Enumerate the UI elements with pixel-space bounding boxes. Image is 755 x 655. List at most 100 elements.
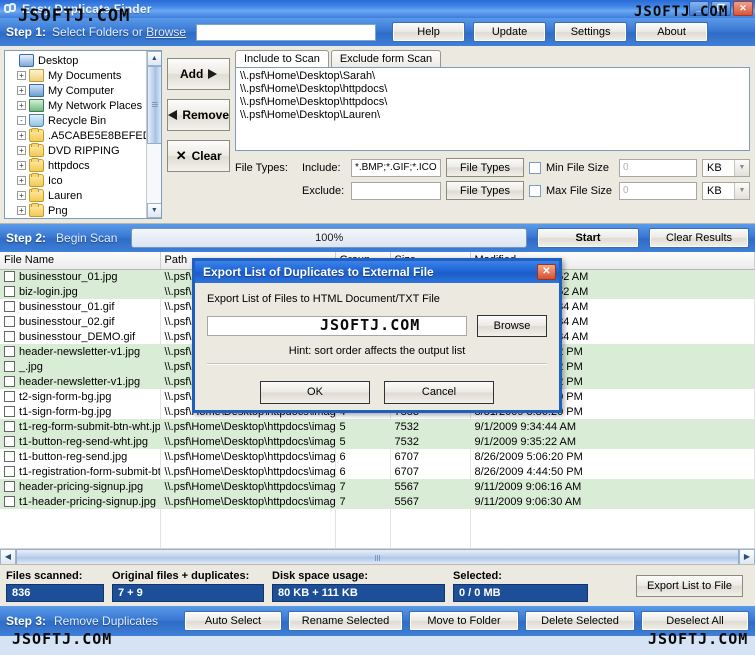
table-row[interactable]: t1-button-reg-send-wht.jpg \\.psf\Home\De… bbox=[0, 434, 755, 449]
export-dialog-close-button[interactable]: ✕ bbox=[537, 264, 556, 280]
expand-icon[interactable]: + bbox=[17, 191, 26, 200]
expand-icon[interactable]: + bbox=[17, 101, 26, 110]
table-row[interactable]: t1-button-reg-send.jpg \\.psf\Home\Deskto… bbox=[0, 449, 755, 464]
tree-node-my-computer[interactable]: + My Computer bbox=[7, 83, 161, 98]
browse-link[interactable]: Browse bbox=[146, 25, 186, 39]
table-row[interactable]: t1-registration-form-submit-btn...\\.psf… bbox=[0, 464, 755, 479]
close-button[interactable]: ✕ bbox=[733, 1, 753, 16]
scroll-down-icon[interactable]: ▼ bbox=[146, 203, 162, 218]
move-to-folder-button[interactable]: Move to Folder bbox=[409, 611, 519, 631]
cell-file-name[interactable]: _.jpg bbox=[0, 359, 161, 374]
remove-button[interactable]: Remove bbox=[167, 99, 230, 131]
tab-exclude-from-scan[interactable]: Exclude form Scan bbox=[330, 50, 442, 67]
max-file-size-unit-select[interactable]: KB ▼ bbox=[702, 181, 750, 200]
results-horizontal-scrollbar[interactable]: ◀ ▶ bbox=[0, 548, 755, 564]
cell-file-name[interactable]: businesstour_01.jpg bbox=[0, 269, 161, 284]
delete-selected-button[interactable]: Delete Selected bbox=[525, 611, 635, 631]
chevron-down-icon[interactable]: ▼ bbox=[734, 182, 749, 199]
auto-select-button[interactable]: Auto Select bbox=[184, 611, 282, 631]
scroll-up-icon[interactable]: ▲ bbox=[146, 51, 162, 66]
row-checkbox[interactable] bbox=[4, 331, 15, 342]
tree-scroll-thumb[interactable] bbox=[146, 66, 162, 144]
scan-path-item[interactable]: \\.psf\Home\Desktop\Lauren\ bbox=[240, 109, 745, 122]
expand-icon[interactable]: + bbox=[17, 176, 26, 185]
collapse-icon[interactable]: - bbox=[17, 116, 26, 125]
row-checkbox[interactable] bbox=[4, 421, 15, 432]
cell-file-name[interactable]: businesstour_02.gif bbox=[0, 314, 161, 329]
table-row[interactable]: header-pricing-signup.jpg \\.psf\Home\Des… bbox=[0, 479, 755, 494]
help-button[interactable]: Help bbox=[392, 22, 466, 42]
min-file-size-unit-select[interactable]: KB ▼ bbox=[702, 158, 750, 177]
row-checkbox[interactable] bbox=[4, 451, 15, 462]
export-list-to-file-button[interactable]: Export List to File bbox=[636, 574, 743, 597]
tree-node-my-documents[interactable]: + My Documents bbox=[7, 68, 161, 83]
tree-node-dvd-ripping[interactable]: + DVD RIPPING bbox=[7, 143, 161, 158]
tree-node-popup[interactable]: +popup bbox=[7, 218, 161, 219]
column-header-file-name[interactable]: File Name bbox=[0, 252, 161, 270]
expand-icon[interactable]: + bbox=[17, 161, 26, 170]
scan-path-item[interactable]: \\.psf\Home\Desktop\Sarah\ bbox=[240, 70, 745, 83]
max-file-size-checkbox[interactable] bbox=[529, 184, 541, 197]
maximize-button[interactable]: ❐ bbox=[711, 1, 731, 16]
cell-file-name[interactable]: t1-reg-form-submit-btn-wht.jpg bbox=[0, 419, 161, 434]
row-checkbox[interactable] bbox=[4, 271, 15, 283]
expand-icon[interactable]: + bbox=[17, 86, 26, 95]
cell-file-name[interactable]: t1-button-reg-send.jpg bbox=[0, 449, 161, 464]
export-browse-button[interactable]: Browse bbox=[477, 315, 547, 337]
cell-file-name[interactable]: businesstour_DEMO.gif bbox=[0, 329, 161, 344]
clear-button[interactable]: ✕ Clear bbox=[167, 140, 230, 172]
include-file-types-button[interactable]: File Types bbox=[446, 158, 524, 177]
row-checkbox[interactable] bbox=[4, 361, 15, 372]
tree-vertical-scrollbar[interactable]: ▲ ▼ bbox=[146, 51, 162, 218]
max-file-size-input[interactable] bbox=[619, 181, 697, 200]
scan-path-item[interactable]: \\.psf\Home\Desktop\httpdocs\ bbox=[240, 96, 745, 109]
tree-node-ico[interactable]: + Ico bbox=[7, 173, 161, 188]
row-checkbox[interactable] bbox=[4, 316, 15, 327]
start-button[interactable]: Start bbox=[537, 228, 639, 248]
hscroll-thumb[interactable] bbox=[16, 548, 739, 564]
cell-file-name[interactable]: t1-registration-form-submit-btn... bbox=[0, 464, 161, 479]
cell-file-name[interactable]: header-pricing-signup.jpg bbox=[0, 479, 161, 494]
scroll-right-icon[interactable]: ▶ bbox=[739, 548, 755, 564]
cell-file-name[interactable]: header-newsletter-v1.jpg bbox=[0, 374, 161, 389]
table-row[interactable]: t1-header-pricing-signup.jpg \\.psf\Home\… bbox=[0, 494, 755, 509]
add-button[interactable]: Add bbox=[167, 58, 230, 90]
expand-icon[interactable]: + bbox=[17, 131, 26, 140]
table-row[interactable]: t1-reg-form-submit-btn-wht.jpg \\.psf\Hom… bbox=[0, 419, 755, 434]
export-ok-button[interactable]: OK bbox=[260, 380, 370, 404]
row-checkbox[interactable] bbox=[4, 436, 15, 447]
cell-file-name[interactable]: t1-sign-form-bg.jpg bbox=[0, 404, 161, 419]
exclude-filetypes-input[interactable] bbox=[351, 181, 441, 200]
expand-icon[interactable]: + bbox=[17, 71, 26, 80]
deselect-all-button[interactable]: Deselect All bbox=[641, 611, 749, 631]
scan-path-item[interactable]: \\.psf\Home\Desktop\httpdocs\ bbox=[240, 83, 745, 96]
expand-icon[interactable]: + bbox=[17, 146, 26, 155]
cell-file-name[interactable]: biz-login.jpg bbox=[0, 284, 161, 299]
row-checkbox[interactable] bbox=[4, 481, 15, 492]
hscroll-track[interactable] bbox=[16, 548, 739, 564]
tree-node-my-network-places[interactable]: + My Network Places bbox=[7, 98, 161, 113]
folder-tree[interactable]: Desktop + My Documents + My Computer + My Netw… bbox=[4, 50, 163, 219]
include-filetypes-input[interactable] bbox=[351, 158, 441, 177]
clear-results-button[interactable]: Clear Results bbox=[649, 228, 749, 248]
row-checkbox[interactable] bbox=[4, 346, 15, 357]
row-checkbox[interactable] bbox=[4, 376, 15, 387]
expand-icon[interactable]: + bbox=[17, 206, 26, 215]
tree-node-a5cabe5e8befed9a[interactable]: + .A5CABE5E8BEFED9A bbox=[7, 128, 161, 143]
cell-file-name[interactable]: businesstour_01.gif bbox=[0, 299, 161, 314]
tree-node-png[interactable]: + Png bbox=[7, 203, 161, 218]
scan-paths-list[interactable]: \\.psf\Home\Desktop\Sarah\ \\.psf\Home\D… bbox=[235, 67, 750, 151]
row-checkbox[interactable] bbox=[4, 466, 15, 477]
row-checkbox[interactable] bbox=[4, 406, 15, 417]
cell-file-name[interactable]: t2-sign-form-bg.jpg bbox=[0, 389, 161, 404]
settings-button[interactable]: Settings bbox=[554, 22, 628, 42]
cell-file-name[interactable]: header-newsletter-v1.jpg bbox=[0, 344, 161, 359]
tab-include-to-scan[interactable]: Include to Scan bbox=[235, 50, 329, 67]
min-file-size-checkbox[interactable] bbox=[529, 161, 541, 174]
cell-file-name[interactable]: t1-button-reg-send-wht.jpg bbox=[0, 434, 161, 449]
row-checkbox[interactable] bbox=[4, 391, 15, 402]
about-button[interactable]: About bbox=[635, 22, 709, 42]
rename-selected-button[interactable]: Rename Selected bbox=[288, 611, 403, 631]
chevron-down-icon[interactable]: ▼ bbox=[734, 159, 749, 176]
row-checkbox[interactable] bbox=[4, 301, 15, 312]
